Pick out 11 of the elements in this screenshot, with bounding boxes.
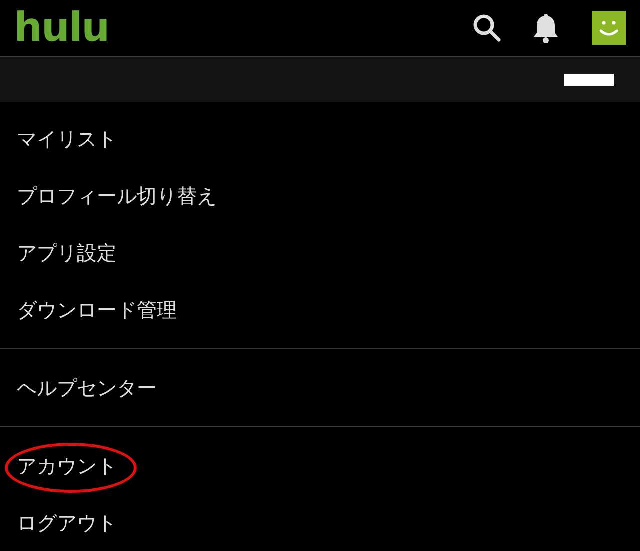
logo[interactable]: hulu [14, 8, 110, 48]
menu-item[interactable]: マイリスト [17, 128, 117, 148]
notification-icon[interactable] [532, 12, 560, 44]
menu-item[interactable]: プロフィール切り替え [17, 186, 217, 206]
menu-item[interactable]: ダウンロード管理 [17, 300, 177, 320]
menu-item[interactable]: アプリ設定 [17, 242, 117, 262]
menu-item[interactable]: ヘルプセンター [17, 378, 157, 398]
profile-bar[interactable] [0, 57, 640, 102]
search-icon[interactable] [472, 13, 502, 43]
menu-item[interactable]: アカウント [17, 456, 117, 476]
menu-item[interactable]: ログアウト [17, 512, 117, 532]
